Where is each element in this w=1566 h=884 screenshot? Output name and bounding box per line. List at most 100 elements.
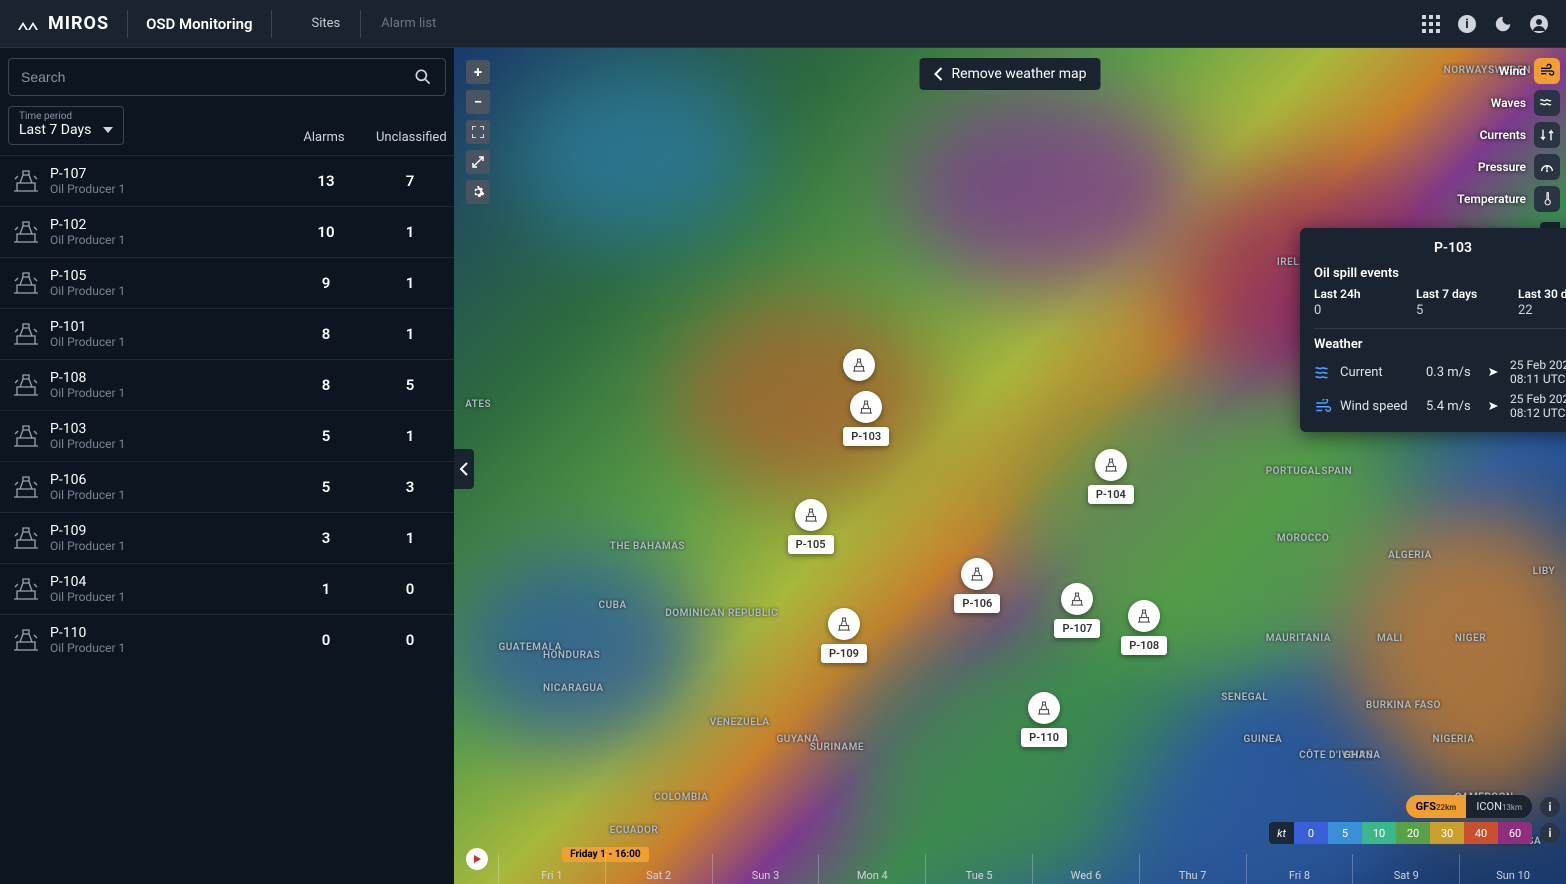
map-marker[interactable]: P-109 xyxy=(821,608,867,663)
apps-icon[interactable] xyxy=(1420,13,1442,35)
map-marker[interactable]: P-106 xyxy=(954,558,1000,613)
asset-alarms: 10 xyxy=(294,223,358,241)
timeline-day[interactable]: Thu 7 xyxy=(1139,854,1246,884)
settings-button[interactable] xyxy=(466,180,490,204)
account-icon[interactable] xyxy=(1528,13,1550,35)
timeline-track[interactable]: Friday 1 - 16:00 Fri 1Sat 2Sun 3Mon 4Tue… xyxy=(498,854,1566,884)
layer-currents[interactable]: Currents xyxy=(1480,122,1560,148)
timeline-day[interactable]: Fri 8 xyxy=(1246,854,1353,884)
info-icon[interactable]: i xyxy=(1456,13,1478,35)
search-box[interactable] xyxy=(8,58,446,96)
timeline[interactable]: Friday 1 - 16:00 Fri 1Sat 2Sun 3Mon 4Tue… xyxy=(454,844,1566,884)
legend-unit: kt xyxy=(1269,827,1294,840)
remove-weather-button[interactable]: Remove weather map xyxy=(919,58,1100,90)
fullscreen-button[interactable] xyxy=(466,120,490,144)
timeline-day[interactable]: Sun 3 xyxy=(712,854,819,884)
legend-info-button[interactable]: i xyxy=(1540,823,1560,843)
model-info-button[interactable]: i xyxy=(1540,797,1560,817)
asset-unclassified: 3 xyxy=(378,478,442,496)
timeline-day[interactable]: Mon 4 xyxy=(818,854,925,884)
popup-weather-title: Weather xyxy=(1314,337,1566,352)
asset-row[interactable]: P-105Oil Producer 191 xyxy=(0,257,454,308)
platform-icon[interactable] xyxy=(843,349,875,381)
timeline-day[interactable]: Sat 2 xyxy=(605,854,712,884)
brand-logo: MIROS xyxy=(16,12,109,36)
stat-value: 22 xyxy=(1518,303,1566,318)
marker-label: P-107 xyxy=(1054,619,1100,638)
asset-row[interactable]: P-103Oil Producer 151 xyxy=(0,410,454,461)
zoom-in-button[interactable]: + xyxy=(466,60,490,84)
asset-name: P-101 xyxy=(50,319,294,335)
model-icon[interactable]: ICON13km xyxy=(1466,795,1532,818)
timeline-day[interactable]: Fri 1 xyxy=(498,854,605,884)
timeline-day[interactable]: Sat 9 xyxy=(1352,854,1459,884)
dark-mode-icon[interactable] xyxy=(1492,13,1514,35)
search-icon xyxy=(413,67,433,87)
asset-row[interactable]: P-109Oil Producer 131 xyxy=(0,512,454,563)
collapse-sidebar-button[interactable] xyxy=(454,449,474,489)
asset-name: P-104 xyxy=(50,574,294,590)
map-marker[interactable]: P-103 xyxy=(843,391,889,446)
layer-wind[interactable]: Wind xyxy=(1499,58,1560,84)
asset-row[interactable]: P-101Oil Producer 181 xyxy=(0,308,454,359)
asset-row[interactable]: P-107Oil Producer 1137 xyxy=(0,155,454,206)
sidebar: Time period Last 7 Days Alarms Unclassif… xyxy=(0,48,454,884)
wind-icon xyxy=(1534,58,1560,84)
model-gfs[interactable]: GFS22km xyxy=(1406,795,1467,818)
tab-sites[interactable]: Sites xyxy=(302,10,351,38)
time-period-label: Time period xyxy=(19,111,113,122)
asset-name: P-108 xyxy=(50,370,294,386)
asset-unclassified: 7 xyxy=(378,172,442,190)
currents-icon xyxy=(1534,122,1560,148)
map-marker[interactable]: P-108 xyxy=(1121,600,1167,655)
asset-unclassified: 1 xyxy=(378,325,442,343)
platform-icon xyxy=(12,577,40,601)
timeline-day[interactable]: Sun 10 xyxy=(1459,854,1566,884)
platform-icon xyxy=(12,220,40,244)
map-marker[interactable]: P-107 xyxy=(1054,583,1100,638)
weather-row: Wind speed5.4 m/s25 Feb 2025 08:12 UTC xyxy=(1314,392,1566,420)
app-title: OSD Monitoring xyxy=(146,15,252,33)
timeline-day[interactable]: Wed 6 xyxy=(1032,854,1139,884)
expand-button[interactable] xyxy=(466,150,490,174)
asset-row[interactable]: P-108Oil Producer 185 xyxy=(0,359,454,410)
asset-subtitle: Oil Producer 1 xyxy=(50,284,294,298)
asset-row[interactable]: P-106Oil Producer 153 xyxy=(0,461,454,512)
layer-waves[interactable]: Waves xyxy=(1491,90,1560,116)
marker-label: P-105 xyxy=(788,535,834,554)
divider xyxy=(360,10,361,38)
marker-label: P-104 xyxy=(1088,485,1134,504)
stat-label: Last 7 days xyxy=(1416,287,1490,301)
time-period-dropdown[interactable]: Time period Last 7 Days xyxy=(8,106,124,145)
asset-alarms: 3 xyxy=(294,529,358,547)
legend-stop: 10 xyxy=(1362,822,1396,844)
search-input[interactable] xyxy=(21,69,413,85)
platform-icon xyxy=(1128,600,1160,632)
topnav-actions: i xyxy=(1420,13,1550,35)
asset-row[interactable]: P-102Oil Producer 1101 xyxy=(0,206,454,257)
weather-timestamp: 25 Feb 2025 08:12 UTC xyxy=(1510,392,1566,420)
asset-unclassified: 0 xyxy=(378,580,442,598)
timeline-day[interactable]: Tue 5 xyxy=(925,854,1032,884)
asset-name: P-106 xyxy=(50,472,294,488)
asset-subtitle: Oil Producer 1 xyxy=(50,182,294,196)
chevron-left-icon xyxy=(459,462,469,476)
map[interactable]: NORWAYSWEDENUNITED KINGDOMIRELANDGERMANY… xyxy=(454,48,1566,884)
map-marker[interactable]: P-105 xyxy=(788,499,834,554)
tab-alarm-list[interactable]: Alarm list xyxy=(371,10,446,38)
map-marker[interactable]: P-104 xyxy=(1088,449,1134,504)
model-selector[interactable]: GFS22km ICON13km xyxy=(1406,795,1532,818)
map-marker[interactable]: P-110 xyxy=(1021,692,1067,747)
asset-row[interactable]: P-104Oil Producer 110 xyxy=(0,563,454,614)
play-button[interactable] xyxy=(466,848,488,870)
platform-icon xyxy=(12,271,40,295)
layer-temperature[interactable]: Temperature xyxy=(1457,186,1560,212)
asset-alarms: 1 xyxy=(294,580,358,598)
asset-subtitle: Oil Producer 1 xyxy=(50,437,294,451)
zoom-out-button[interactable]: − xyxy=(466,90,490,114)
layer-pressure[interactable]: Pressure xyxy=(1478,154,1560,180)
asset-row[interactable]: P-110Oil Producer 100 xyxy=(0,614,454,665)
platform-icon xyxy=(1061,583,1093,615)
divider xyxy=(271,10,272,38)
asset-unclassified: 1 xyxy=(378,223,442,241)
